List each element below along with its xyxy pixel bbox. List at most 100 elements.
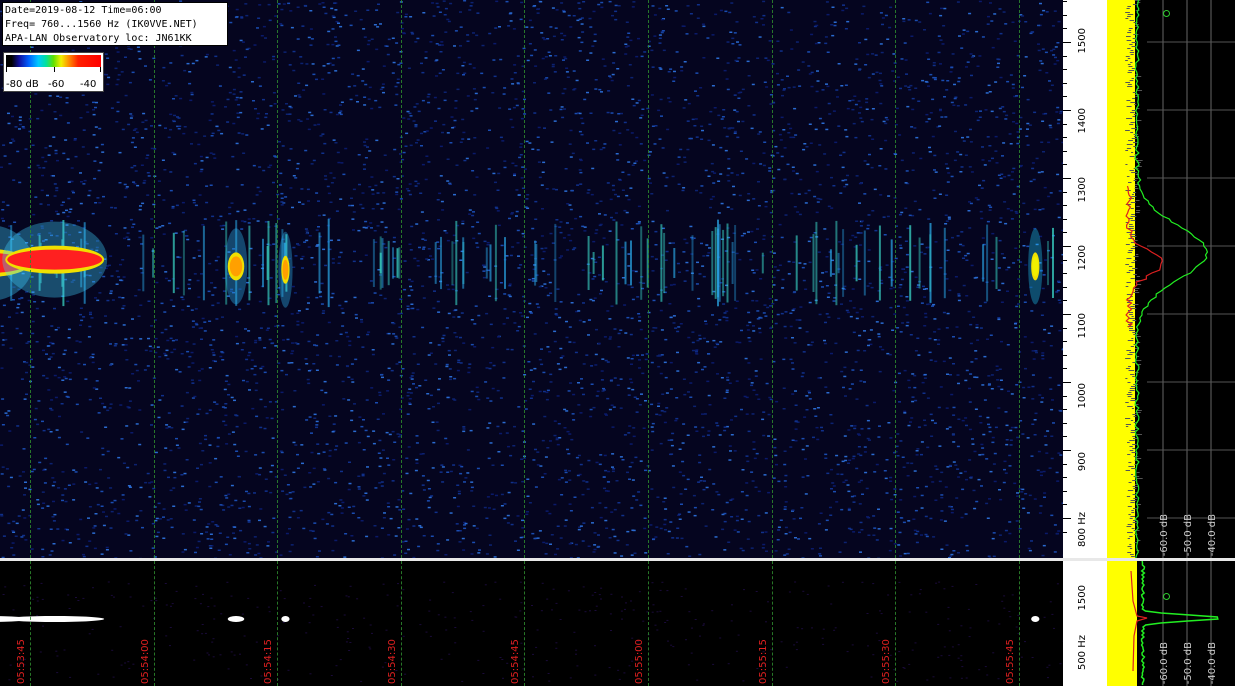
noise-speck <box>717 212 721 214</box>
noise-speck <box>1052 48 1056 51</box>
noise-speck <box>952 104 956 106</box>
noise-speck <box>406 528 409 530</box>
noise-speck <box>626 129 630 131</box>
noise-speck <box>1037 450 1041 453</box>
noise-speck <box>723 127 727 129</box>
noise-speck <box>371 353 375 356</box>
noise-speck <box>669 361 673 364</box>
noise-speck <box>593 297 597 299</box>
noise-speck <box>468 9 472 11</box>
noise-speck <box>496 425 500 428</box>
noise-speck <box>237 76 241 78</box>
noise-speck <box>369 280 373 282</box>
noise-speck <box>1041 120 1045 122</box>
noise-speck <box>157 502 161 505</box>
noise-speck <box>128 81 132 84</box>
noise-speck <box>1012 112 1016 114</box>
noise-speck <box>296 38 300 40</box>
noise-speck <box>378 465 382 468</box>
noise-speck <box>792 518 796 520</box>
noise-speck <box>285 113 289 115</box>
noise-speck <box>676 370 680 372</box>
noise-speck <box>691 341 695 344</box>
noise-speck <box>102 511 105 513</box>
noise-speck <box>255 473 259 475</box>
noise-speck <box>907 19 911 21</box>
noise-speck <box>813 20 817 23</box>
noise-speck <box>263 525 267 528</box>
noise-speck <box>939 39 943 41</box>
noise-speck <box>531 227 535 230</box>
noise-speck <box>35 307 39 310</box>
noise-speck <box>978 0 982 3</box>
noise-speck <box>516 549 520 551</box>
noise-speck <box>451 127 455 129</box>
noise-speck <box>1030 455 1034 457</box>
noise-speck <box>184 235 188 237</box>
noise-speck <box>763 141 767 143</box>
noise-speck <box>660 410 664 412</box>
noise-speck <box>117 276 121 278</box>
noise-speck <box>288 105 292 108</box>
noise-speck <box>783 178 787 181</box>
noise-speck <box>194 204 198 207</box>
noise-speck <box>720 377 724 379</box>
noise-speck <box>109 292 113 295</box>
noise-speck <box>498 26 501 28</box>
noise-speck <box>231 431 235 433</box>
noise-speck <box>747 311 751 314</box>
noise-speck <box>446 239 450 242</box>
noise-speck <box>301 322 305 324</box>
noise-speck <box>472 88 476 90</box>
noise-speck <box>941 43 945 45</box>
noise-speck <box>392 236 396 239</box>
noise-speck <box>258 166 262 168</box>
noise-speck <box>13 221 17 223</box>
noise-speck <box>194 505 198 507</box>
noise-speck <box>740 491 744 493</box>
noise-speck <box>106 83 110 86</box>
noise-speck <box>66 215 70 218</box>
noise-speck <box>658 414 662 416</box>
noise-speck <box>850 495 854 498</box>
noise-speck <box>917 354 921 356</box>
noise-speck <box>824 361 828 363</box>
noise-speck <box>140 164 144 166</box>
noise-speck <box>702 488 706 491</box>
noise-speck <box>728 11 732 14</box>
noise-speck <box>651 430 655 433</box>
noise-speck <box>254 108 257 110</box>
noise-speck <box>18 298 22 300</box>
noise-speck <box>683 393 687 396</box>
noise-speck <box>118 296 122 299</box>
noise-speck <box>969 323 973 326</box>
noise-speck <box>612 51 616 54</box>
noise-speck <box>161 225 165 227</box>
noise-speck <box>909 84 913 87</box>
noise-speck <box>842 4 845 6</box>
noise-speck <box>123 227 127 229</box>
noise-speck <box>418 385 422 387</box>
noise-speck <box>545 398 549 401</box>
noise-speck <box>868 439 871 441</box>
noise-speck <box>976 65 980 67</box>
noise-speck <box>499 136 503 139</box>
noise-speck <box>176 116 179 118</box>
noise-speck <box>429 41 433 43</box>
noise-speck <box>925 52 929 54</box>
noise-speck <box>985 458 989 460</box>
noise-speck <box>492 59 496 61</box>
noise-speck <box>888 353 892 356</box>
noise-speck <box>472 237 476 240</box>
noise-speck <box>264 37 267 39</box>
noise-speck <box>72 191 75 194</box>
noise-speck <box>611 470 615 473</box>
noise-speck <box>240 184 244 186</box>
noise-speck <box>468 209 472 211</box>
noise-speck <box>970 74 973 77</box>
noise-speck <box>395 363 399 365</box>
noise-speck <box>612 468 615 470</box>
noise-speck <box>145 157 149 159</box>
noise-speck <box>336 151 340 154</box>
noise-speck <box>264 221 268 223</box>
